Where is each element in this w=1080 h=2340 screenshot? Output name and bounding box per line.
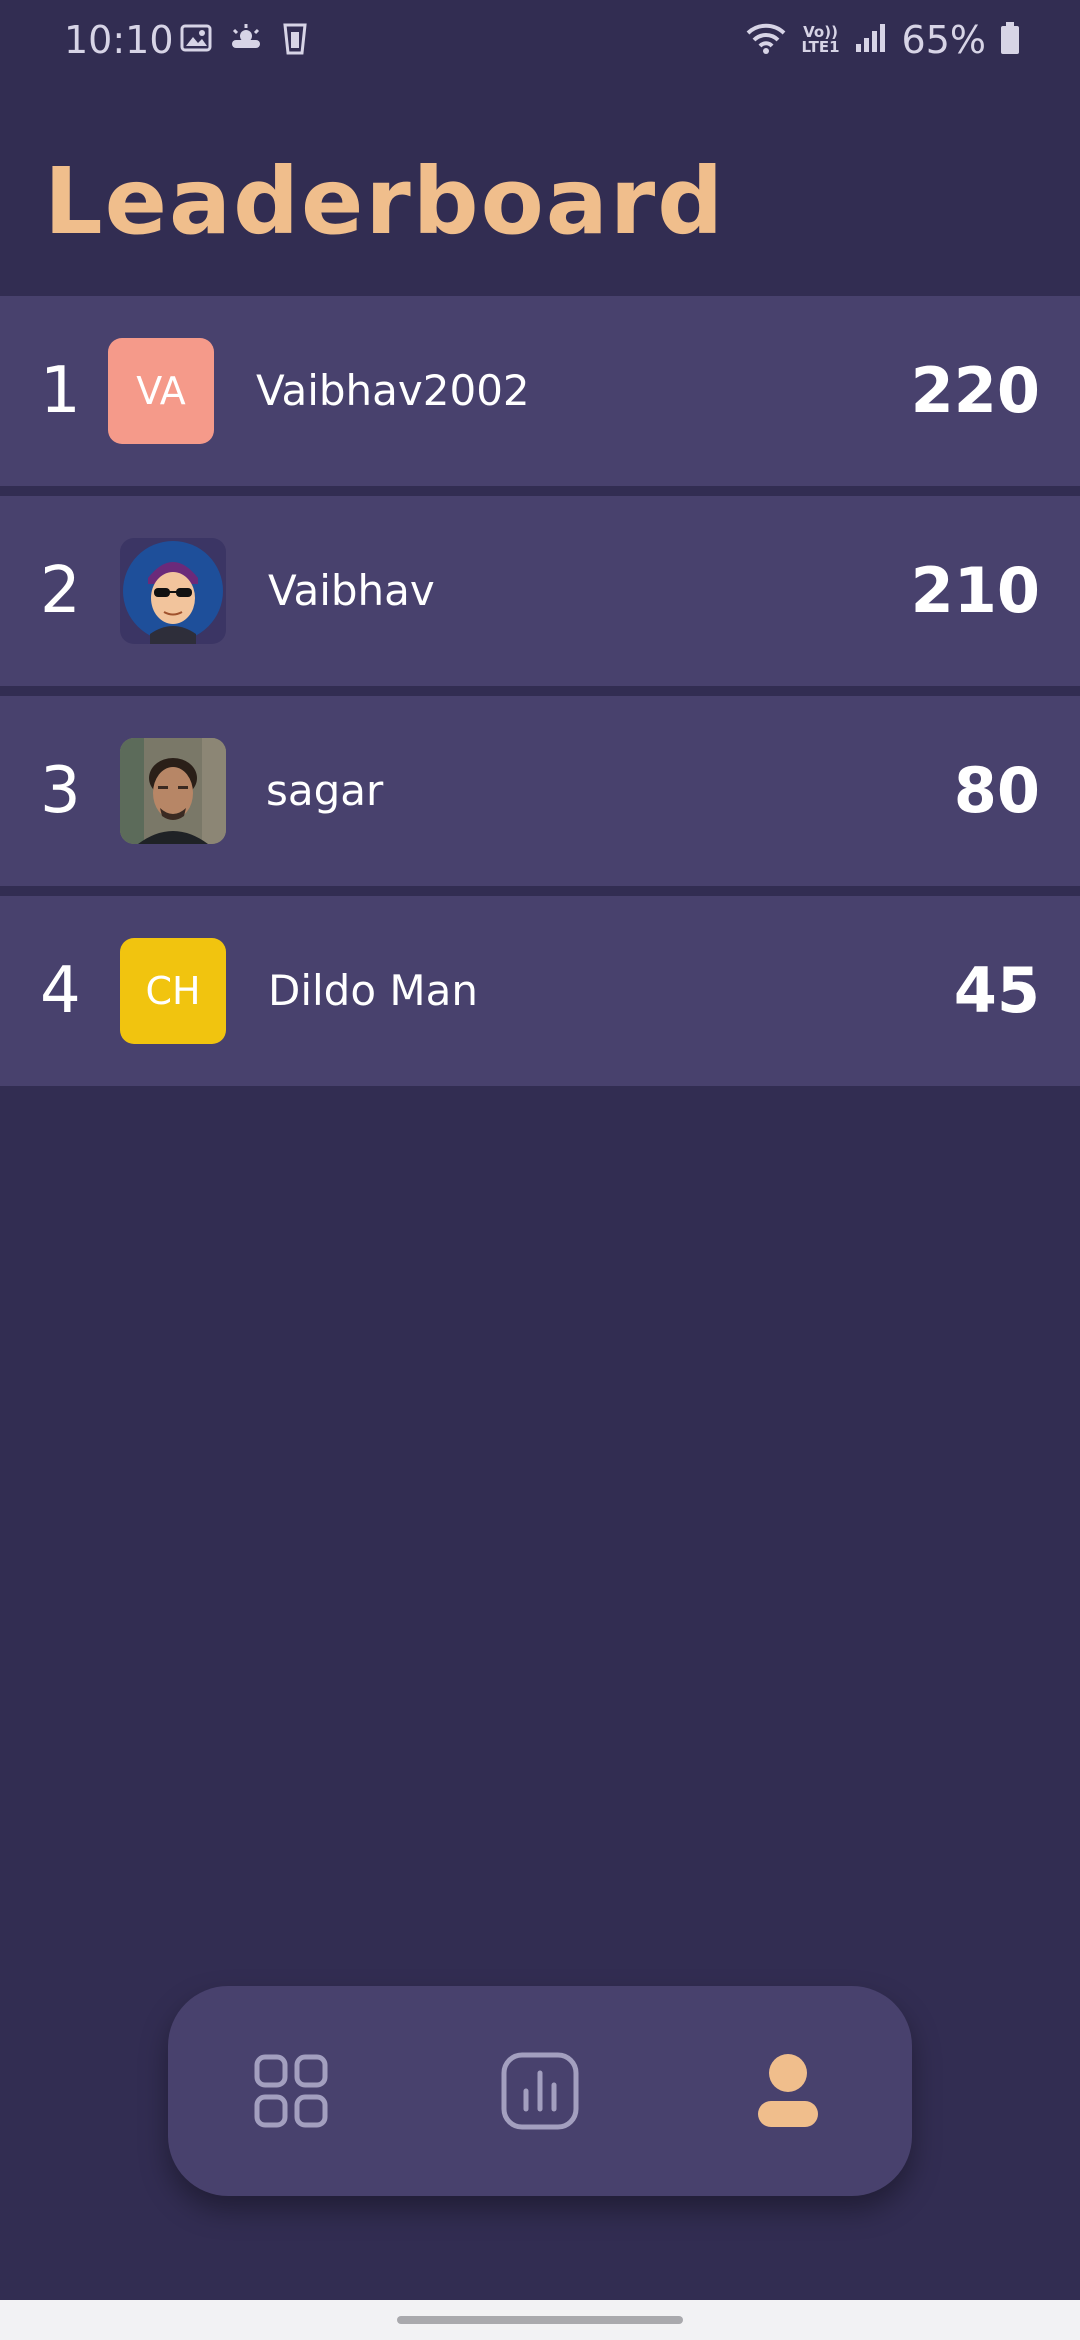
nav-home-button[interactable] bbox=[211, 1986, 371, 2196]
lte-indicator: Vo)) LTE1 bbox=[801, 23, 840, 56]
photo-avatar-image bbox=[120, 738, 226, 844]
rank-number: 3 bbox=[40, 754, 81, 828]
cartoon-avatar-image bbox=[123, 541, 223, 644]
stats-icon bbox=[501, 2052, 579, 2130]
avatar bbox=[120, 738, 226, 844]
cup-icon bbox=[282, 22, 308, 60]
wifi-icon bbox=[744, 21, 788, 59]
nav-stats-button[interactable] bbox=[460, 1986, 620, 2196]
player-name: Vaibhav2002 bbox=[256, 366, 530, 415]
player-score: 45 bbox=[953, 954, 1040, 1027]
avatar bbox=[120, 538, 226, 644]
status-time: 10:10 bbox=[64, 18, 174, 62]
leaderboard-row[interactable]: 4 CH Dildo Man 45 bbox=[0, 896, 1080, 1086]
avatar-initials: CH bbox=[145, 969, 201, 1013]
battery-percent: 65% bbox=[901, 18, 986, 62]
rank-number: 1 bbox=[40, 354, 81, 428]
nav-profile-button[interactable] bbox=[708, 1986, 868, 2196]
rank-number: 2 bbox=[40, 554, 81, 628]
player-score: 210 bbox=[910, 554, 1040, 627]
battery-icon bbox=[1000, 21, 1020, 59]
gesture-handle[interactable] bbox=[397, 2316, 683, 2324]
gallery-icon bbox=[180, 22, 212, 58]
avatar: VA bbox=[108, 338, 214, 444]
weather-icon bbox=[228, 22, 264, 58]
leaderboard-row[interactable]: 2 Vaibhav 210 bbox=[0, 496, 1080, 686]
leaderboard-screen: 10:10 Vo)) LTE1 65% Leaderboard 1 VA Vai… bbox=[0, 0, 1080, 2340]
player-score: 80 bbox=[953, 754, 1040, 827]
leaderboard-row[interactable]: 1 VA Vaibhav2002 220 bbox=[0, 296, 1080, 486]
profile-icon bbox=[758, 2054, 818, 2127]
player-name: sagar bbox=[266, 766, 384, 815]
page-title: Leaderboard bbox=[44, 148, 726, 255]
leaderboard-list: 1 VA Vaibhav2002 220 2 Vaibhav 210 3 sag… bbox=[0, 296, 1080, 1096]
player-score: 220 bbox=[910, 354, 1040, 427]
status-bar: 10:10 Vo)) LTE1 65% bbox=[0, 0, 1080, 80]
bottom-navigation bbox=[168, 1986, 912, 2196]
status-right-group: Vo)) LTE1 65% bbox=[744, 18, 1020, 62]
leaderboard-row[interactable]: 3 sagar 80 bbox=[0, 696, 1080, 886]
player-name: Dildo Man bbox=[268, 966, 478, 1015]
avatar-initials: VA bbox=[136, 369, 186, 413]
signal-icon bbox=[854, 22, 888, 58]
grid-icon bbox=[254, 2054, 328, 2128]
avatar: CH bbox=[120, 938, 226, 1044]
player-name: Vaibhav bbox=[268, 566, 435, 615]
system-gesture-area bbox=[0, 2300, 1080, 2340]
rank-number: 4 bbox=[40, 954, 81, 1028]
